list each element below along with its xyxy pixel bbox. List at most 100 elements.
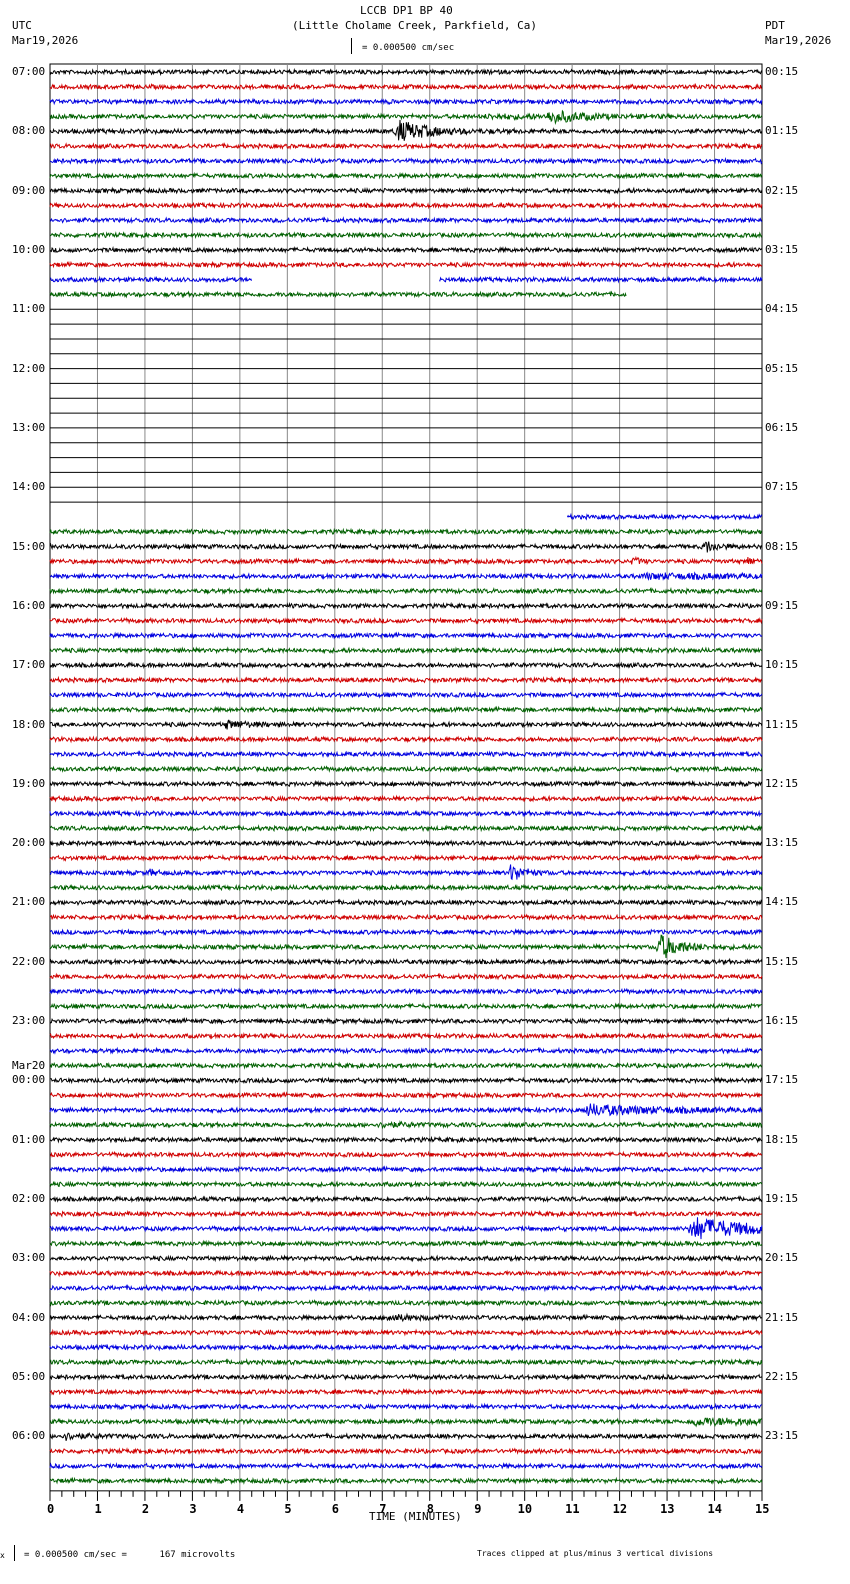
- seismic-trace: [49, 987, 763, 996]
- seismic-trace: [49, 157, 763, 165]
- left-time-label: 18:00: [12, 717, 46, 731]
- x-tick-label: 3: [189, 1501, 197, 1516]
- right-time-label: 04:15: [765, 302, 799, 316]
- right-time-label: 19:15: [765, 1192, 799, 1206]
- seismic-trace: [49, 1209, 763, 1219]
- x-tick-label: 12: [612, 1501, 628, 1516]
- seismic-trace: [49, 555, 763, 566]
- seismic-trace: [49, 275, 253, 284]
- seismic-trace: [49, 675, 763, 685]
- seismic-trace: [49, 1461, 763, 1470]
- right-time-label: 10:15: [765, 658, 799, 672]
- seismic-trace: [49, 883, 763, 892]
- seismic-trace: [49, 201, 763, 210]
- left-time-label: 01:00: [12, 1132, 46, 1146]
- seismic-trace: [566, 512, 763, 521]
- seismic-trace: [49, 1150, 763, 1159]
- seismic-trace: [49, 934, 763, 958]
- right-time-label: 23:15: [765, 1429, 799, 1443]
- seismic-trace: [49, 1061, 763, 1070]
- seismic-trace: [49, 246, 763, 254]
- right-time-label: 15:15: [765, 954, 799, 968]
- seismic-trace: [49, 119, 763, 141]
- seismic-trace: [49, 1343, 763, 1352]
- seismic-trace: [49, 601, 763, 610]
- left-time-label: 09:00: [12, 183, 46, 197]
- seismic-trace: [49, 898, 763, 907]
- seismic-trace: [49, 765, 763, 773]
- left-time-label: 14:00: [12, 480, 46, 494]
- seismic-trace: [49, 1076, 763, 1085]
- seismic-trace: [49, 1091, 763, 1100]
- right-time-label: 02:15: [765, 183, 799, 197]
- seismic-trace: [49, 853, 763, 862]
- seismic-trace: [49, 1328, 763, 1337]
- seismic-trace: [49, 109, 763, 126]
- left-time-label: 11:00: [12, 302, 46, 316]
- right-time-label: 12:15: [765, 776, 799, 790]
- seismic-trace: [49, 527, 763, 536]
- seismic-trace: [49, 571, 763, 581]
- seismic-trace: [49, 1431, 763, 1441]
- seismic-trace: [49, 1387, 763, 1396]
- left-time-label: 16:00: [12, 598, 46, 612]
- clip-note: Traces clipped at plus/minus 3 vertical …: [477, 1549, 714, 1558]
- seismic-trace: [49, 1194, 763, 1204]
- seismic-trace: [49, 82, 763, 91]
- seismic-trace: [49, 586, 763, 596]
- left-time-label: 08:00: [12, 124, 46, 138]
- right-time-label: 18:15: [765, 1132, 799, 1146]
- x-tick-label: 7: [379, 1501, 387, 1516]
- seismic-trace: [49, 957, 763, 966]
- left-time-label: 12:00: [12, 361, 46, 375]
- x-tick-label: 13: [660, 1501, 675, 1516]
- left-time-label: 19:00: [12, 776, 46, 790]
- seismic-trace: [49, 750, 763, 759]
- left-time-label: 06:00: [12, 1429, 46, 1443]
- left-time-label: 03:00: [12, 1251, 46, 1265]
- seismic-trace: [49, 972, 763, 981]
- seismic-trace: [49, 1165, 763, 1174]
- left-time-label: 15:00: [12, 539, 46, 553]
- right-time-label: 20:15: [765, 1251, 799, 1265]
- left-time-label: 02:00: [12, 1192, 46, 1206]
- right-time-label: 07:15: [765, 480, 799, 494]
- seismic-trace: [49, 1298, 762, 1307]
- x-tick-label: 15: [755, 1501, 770, 1516]
- seismic-trace: [49, 809, 763, 818]
- seismic-trace: [49, 97, 763, 106]
- x-tick-label: 9: [474, 1501, 482, 1516]
- seismic-trace: [49, 794, 763, 803]
- seismic-trace: [49, 928, 763, 937]
- right-time-label: 11:15: [765, 717, 799, 731]
- left-time-label: 00:00: [12, 1073, 46, 1087]
- left-time-label: 23:00: [12, 1014, 46, 1028]
- seismogram-plot: [49, 63, 763, 1501]
- x-tick-label: 11: [565, 1501, 580, 1516]
- left-time-label: 21:00: [12, 895, 46, 909]
- left-time-label: 20:00: [12, 836, 46, 850]
- seismic-trace: [50, 142, 763, 151]
- seismic-trace: [49, 186, 763, 195]
- seismic-trace: [49, 1031, 763, 1040]
- x-tick-label: 10: [517, 1501, 533, 1516]
- seismic-trace: [49, 661, 763, 670]
- right-time-label: 08:15: [765, 539, 799, 553]
- seismic-trace: [49, 290, 627, 299]
- seismic-trace: [49, 260, 763, 269]
- seismic-trace: [49, 1002, 763, 1011]
- seismic-trace: [49, 1373, 763, 1381]
- seismic-trace: [49, 1239, 763, 1248]
- seismic-trace: [49, 1103, 763, 1117]
- x-tick-label: 5: [284, 1501, 292, 1516]
- seismic-trace: [439, 275, 763, 284]
- seismic-trace: [49, 646, 763, 655]
- x-tick-label: 4: [236, 1501, 245, 1516]
- left-time-label: 10:00: [12, 242, 46, 256]
- seismic-trace: [49, 541, 763, 553]
- seismic-trace: [49, 1402, 762, 1411]
- seismic-trace: [49, 1312, 763, 1323]
- right-time-label: 14:15: [765, 895, 799, 909]
- seismic-trace: [49, 735, 763, 744]
- left-time-label: 05:00: [12, 1370, 46, 1384]
